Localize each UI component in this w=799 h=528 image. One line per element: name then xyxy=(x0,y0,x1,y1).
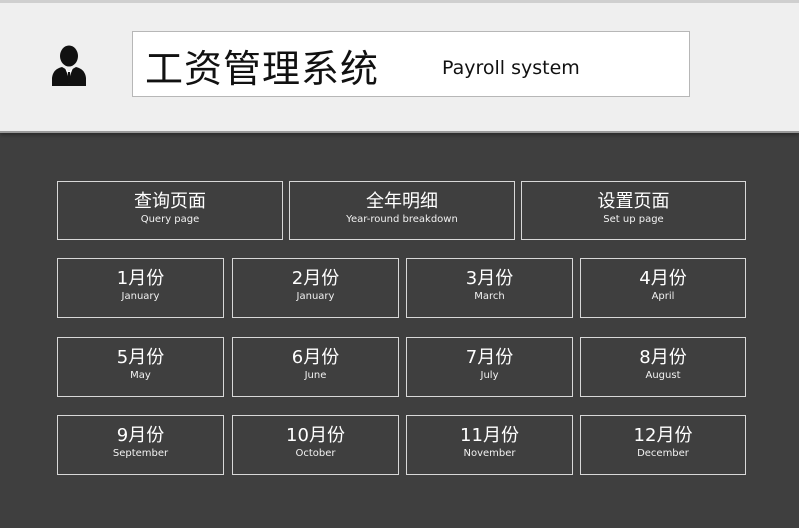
button-sublabel: January xyxy=(296,291,335,302)
month-button-9[interactable]: 9月份 September xyxy=(57,415,224,475)
setup-page-button[interactable]: 设置页面 Set up page xyxy=(521,181,746,240)
button-sublabel: December xyxy=(637,448,689,459)
month-button-7[interactable]: 7月份 July xyxy=(406,337,573,397)
month-button-11[interactable]: 11月份 November xyxy=(406,415,573,475)
button-sublabel: July xyxy=(480,370,499,381)
button-sublabel: September xyxy=(112,448,169,459)
header-bar: 工资管理系统 Payroll system xyxy=(0,0,799,133)
button-sublabel: November xyxy=(463,448,516,459)
month-button-1[interactable]: 1月份 January xyxy=(57,258,224,318)
button-label: 12月份 xyxy=(633,425,693,446)
month-button-8[interactable]: 8月份 August xyxy=(580,337,746,397)
button-label: 3月份 xyxy=(465,268,514,289)
title-box: 工资管理系统 Payroll system xyxy=(132,31,690,97)
button-sublabel: June xyxy=(304,370,327,381)
button-label: 6月份 xyxy=(291,347,340,368)
button-label: 1月份 xyxy=(116,268,165,289)
button-label: 9月份 xyxy=(116,425,165,446)
button-sublabel: Query page xyxy=(140,214,200,225)
query-page-button[interactable]: 查询页面 Query page xyxy=(57,181,283,240)
month-button-2[interactable]: 2月份 January xyxy=(232,258,399,318)
month-button-6[interactable]: 6月份 June xyxy=(232,337,399,397)
user-icon xyxy=(50,44,88,86)
button-label: 7月份 xyxy=(465,347,514,368)
button-label: 2月份 xyxy=(291,268,340,289)
month-button-4[interactable]: 4月份 April xyxy=(580,258,746,318)
button-sublabel: April xyxy=(651,291,675,302)
button-label: 4月份 xyxy=(639,268,687,289)
page-title: 工资管理系统 xyxy=(145,47,380,91)
button-sublabel: May xyxy=(130,370,151,381)
button-label: 11月份 xyxy=(460,425,519,446)
button-label: 10月份 xyxy=(286,425,345,446)
month-button-5[interactable]: 5月份 May xyxy=(57,337,224,397)
button-sublabel: October xyxy=(295,448,336,459)
button-label: 全年明细 xyxy=(366,191,438,212)
button-sublabel: January xyxy=(121,291,160,302)
button-label: 查询页面 xyxy=(134,191,206,212)
year-breakdown-button[interactable]: 全年明细 Year-round breakdown xyxy=(289,181,515,240)
button-label: 5月份 xyxy=(116,347,165,368)
month-button-12[interactable]: 12月份 December xyxy=(580,415,746,475)
button-sublabel: March xyxy=(474,291,505,302)
button-sublabel: Set up page xyxy=(603,214,664,225)
button-label: 设置页面 xyxy=(597,191,670,212)
page-subtitle: Payroll system xyxy=(442,57,580,79)
month-button-10[interactable]: 10月份 October xyxy=(232,415,399,475)
month-button-3[interactable]: 3月份 March xyxy=(406,258,573,318)
button-sublabel: August xyxy=(645,370,681,381)
button-sublabel: Year-round breakdown xyxy=(346,214,458,225)
button-label: 8月份 xyxy=(639,347,687,368)
